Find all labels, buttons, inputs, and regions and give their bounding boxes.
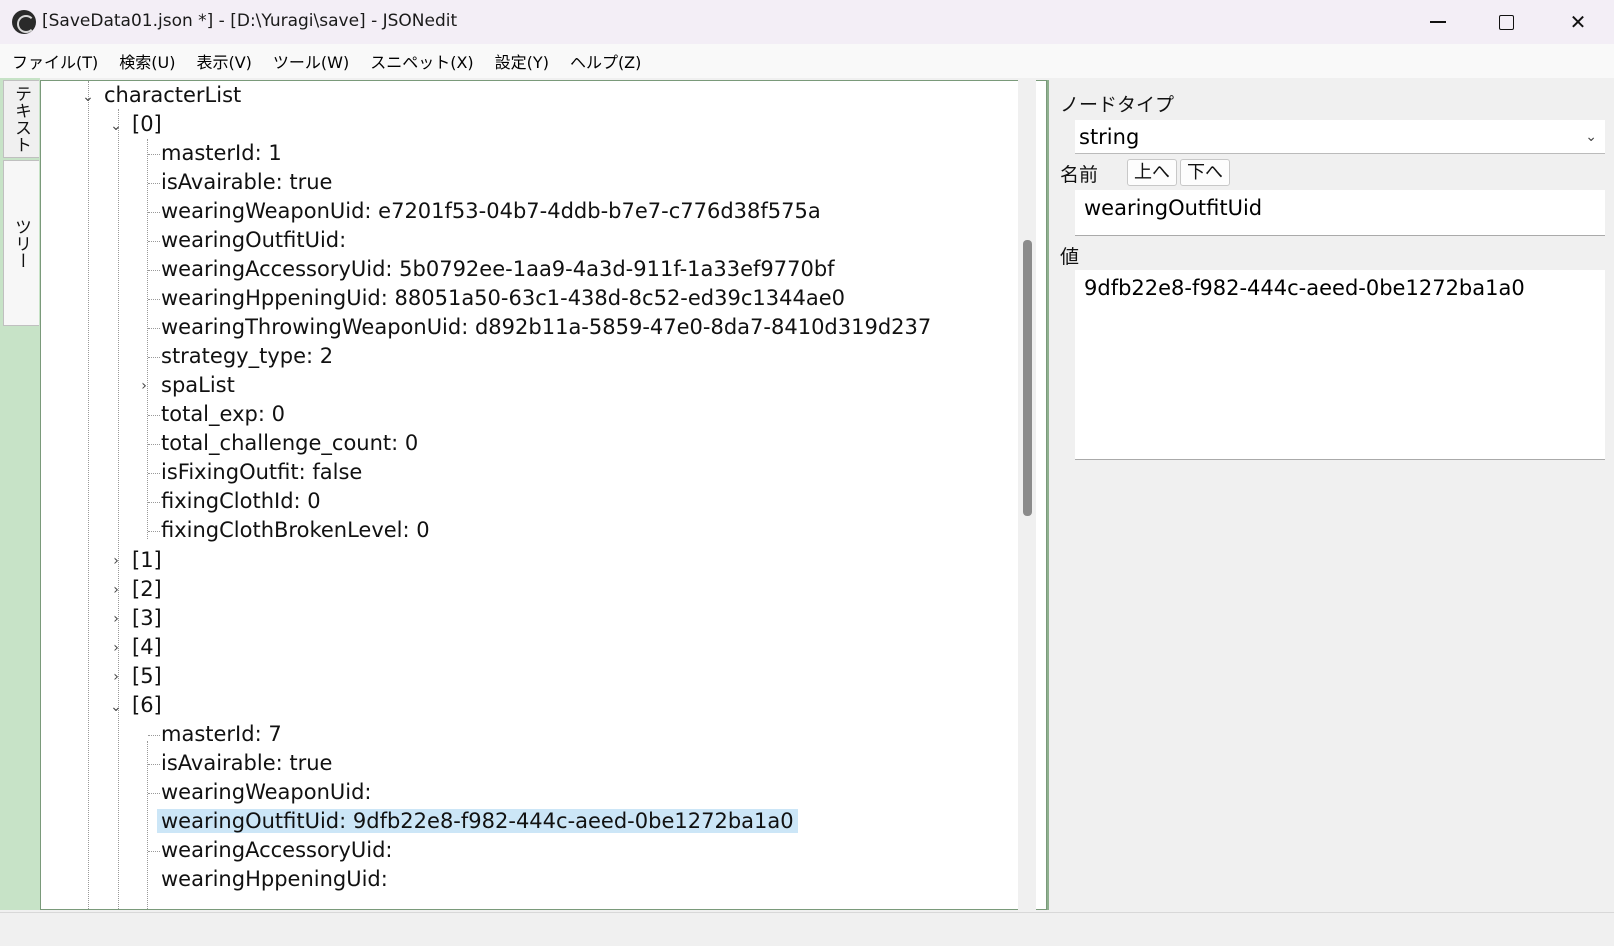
tree-node[interactable]: masterId: 7 bbox=[161, 720, 282, 749]
chevron-right-icon[interactable]: › bbox=[109, 670, 123, 684]
close-button[interactable]: ✕ bbox=[1544, 0, 1612, 44]
tree-connector bbox=[148, 299, 160, 300]
tree-node[interactable]: wearingThrowingWeaponUid: d892b11a-5859-… bbox=[161, 313, 931, 342]
name-label: 名前 bbox=[1060, 164, 1099, 186]
tree-scrollbar[interactable] bbox=[1018, 80, 1036, 910]
tree-node[interactable]: isAvairable: true bbox=[161, 749, 332, 778]
tree-node[interactable]: total_exp: 0 bbox=[161, 400, 285, 429]
tree-connector bbox=[148, 270, 160, 271]
tree-connector bbox=[148, 212, 160, 213]
scrollbar-thumb[interactable] bbox=[1023, 240, 1032, 516]
tree-connector bbox=[148, 473, 160, 474]
tree-node[interactable]: wearingAccessoryUid: bbox=[161, 836, 392, 865]
minimize-icon bbox=[1430, 21, 1446, 23]
name-input[interactable]: wearingOutfitUid bbox=[1075, 190, 1605, 236]
tab-text[interactable]: テキスト bbox=[3, 80, 39, 158]
tree-node[interactable]: masterId: 1 bbox=[161, 139, 282, 168]
tree-connector bbox=[148, 531, 160, 532]
node-type-value: string bbox=[1079, 125, 1140, 149]
tree-node[interactable]: strategy_type: 2 bbox=[161, 342, 333, 371]
tree-node[interactable]: fixingClothId: 0 bbox=[161, 487, 321, 516]
menu-snippet[interactable]: スニペット(X) bbox=[364, 49, 479, 73]
tree-node[interactable]: wearingAccessoryUid: 5b0792ee-1aa9-4a3d-… bbox=[161, 255, 835, 284]
minimize-button[interactable] bbox=[1404, 0, 1472, 44]
tree-node-selected[interactable]: wearingOutfitUid: 9dfb22e8-f982-444c-aee… bbox=[157, 807, 798, 836]
close-icon: ✕ bbox=[1569, 10, 1587, 34]
tree-node-item-4[interactable]: [4] bbox=[132, 633, 162, 662]
status-bar bbox=[0, 912, 1614, 946]
menu-file[interactable]: ファイル(T) bbox=[6, 49, 104, 73]
menu-search[interactable]: 検索(U) bbox=[113, 49, 181, 73]
tree-node-item-6[interactable]: [6] bbox=[132, 691, 162, 720]
tree-guide-line bbox=[147, 139, 148, 539]
tree-connector bbox=[148, 328, 160, 329]
tree-node[interactable]: fixingClothBrokenLevel: 0 bbox=[161, 516, 430, 545]
tree-node[interactable]: isFixingOutfit: false bbox=[161, 458, 362, 487]
maximize-icon bbox=[1498, 14, 1514, 30]
tree-node-item-2[interactable]: [2] bbox=[132, 575, 162, 604]
value-label: 値 bbox=[1060, 246, 1080, 268]
tree-node-item-1[interactable]: [1] bbox=[132, 546, 162, 575]
menu-settings[interactable]: 設定(Y) bbox=[489, 49, 555, 73]
tree-node[interactable]: wearingHppeningUid: bbox=[161, 865, 388, 894]
maximize-button[interactable] bbox=[1472, 0, 1540, 44]
tree-connector bbox=[148, 793, 160, 794]
menu-tools[interactable]: ツール(W) bbox=[267, 49, 355, 73]
chevron-down-icon[interactable]: ⌄ bbox=[109, 119, 123, 133]
menu-help[interactable]: ヘルプ(Z) bbox=[564, 49, 647, 73]
tree-node[interactable]: wearingWeaponUid: e7201f53-04b7-4ddb-b7e… bbox=[161, 197, 821, 226]
tree-node[interactable]: total_challenge_count: 0 bbox=[161, 429, 418, 458]
node-type-select[interactable]: string ⌄ bbox=[1075, 120, 1605, 154]
tree-guide-line bbox=[147, 741, 148, 909]
tree-connector bbox=[148, 415, 160, 416]
menu-bar: ファイル(T) 検索(U) 表示(V) ツール(W) スニペット(X) 設定(Y… bbox=[0, 44, 1614, 78]
tree-node[interactable]: wearingHppeningUid: 88051a50-63c1-438d-8… bbox=[161, 284, 845, 313]
side-tab-strip: テキスト ツリー bbox=[0, 78, 40, 910]
tree-guide-line bbox=[88, 81, 89, 909]
tree-node[interactable]: wearingOutfitUid: bbox=[161, 226, 346, 255]
tree-node-item-0[interactable]: [0] bbox=[132, 110, 162, 139]
chevron-down-icon: ⌄ bbox=[1585, 129, 1597, 145]
tree-node[interactable]: isAvairable: true bbox=[161, 168, 332, 197]
title-bar: [SaveData01.json *] - [D:\Yuragi\save] -… bbox=[0, 0, 1614, 44]
chevron-right-icon[interactable]: › bbox=[137, 379, 151, 393]
menu-view[interactable]: 表示(V) bbox=[190, 49, 257, 73]
tree-connector bbox=[148, 851, 160, 852]
chevron-right-icon[interactable]: › bbox=[109, 612, 123, 626]
tree-connector bbox=[148, 764, 160, 765]
value-textarea[interactable]: 9dfb22e8-f982-444c-aeed-0be1272ba1a0 bbox=[1075, 270, 1605, 460]
chevron-down-icon[interactable]: ⌄ bbox=[81, 90, 95, 104]
tree-node-item-5[interactable]: [5] bbox=[132, 662, 162, 691]
tree-node-spalist[interactable]: spaList bbox=[161, 371, 235, 400]
chevron-right-icon[interactable]: › bbox=[109, 583, 123, 597]
chevron-right-icon[interactable]: › bbox=[109, 554, 123, 568]
chevron-down-icon[interactable]: ⌄ bbox=[109, 700, 123, 714]
tree-guide-line bbox=[118, 109, 119, 909]
tree-connector bbox=[148, 241, 160, 242]
move-down-button[interactable]: 下へ bbox=[1180, 159, 1230, 186]
tree-connector bbox=[148, 154, 160, 155]
tree-connector bbox=[148, 444, 160, 445]
tree-view[interactable]: ⌄ characterList ⌄ [0] masterId: 1 isAvai… bbox=[40, 80, 1047, 910]
tree-node-item-3[interactable]: [3] bbox=[132, 604, 162, 633]
tree-connector bbox=[148, 183, 160, 184]
tree-node[interactable]: wearingWeaponUid: bbox=[161, 778, 372, 807]
tree-connector bbox=[148, 735, 160, 736]
app-icon bbox=[12, 10, 36, 34]
node-type-label: ノードタイプ bbox=[1060, 94, 1175, 116]
window-title: [SaveData01.json *] - [D:\Yuragi\save] -… bbox=[42, 11, 458, 31]
tree-connector bbox=[148, 357, 160, 358]
move-up-button[interactable]: 上へ bbox=[1127, 159, 1177, 186]
tab-tree[interactable]: ツリー bbox=[3, 160, 39, 326]
tree-connector bbox=[148, 502, 160, 503]
chevron-right-icon[interactable]: › bbox=[109, 641, 123, 655]
properties-panel: ノードタイプ string ⌄ 名前 上へ 下へ wearingOutfitUi… bbox=[1047, 80, 1614, 910]
tree-node-characterlist[interactable]: characterList bbox=[104, 81, 241, 110]
